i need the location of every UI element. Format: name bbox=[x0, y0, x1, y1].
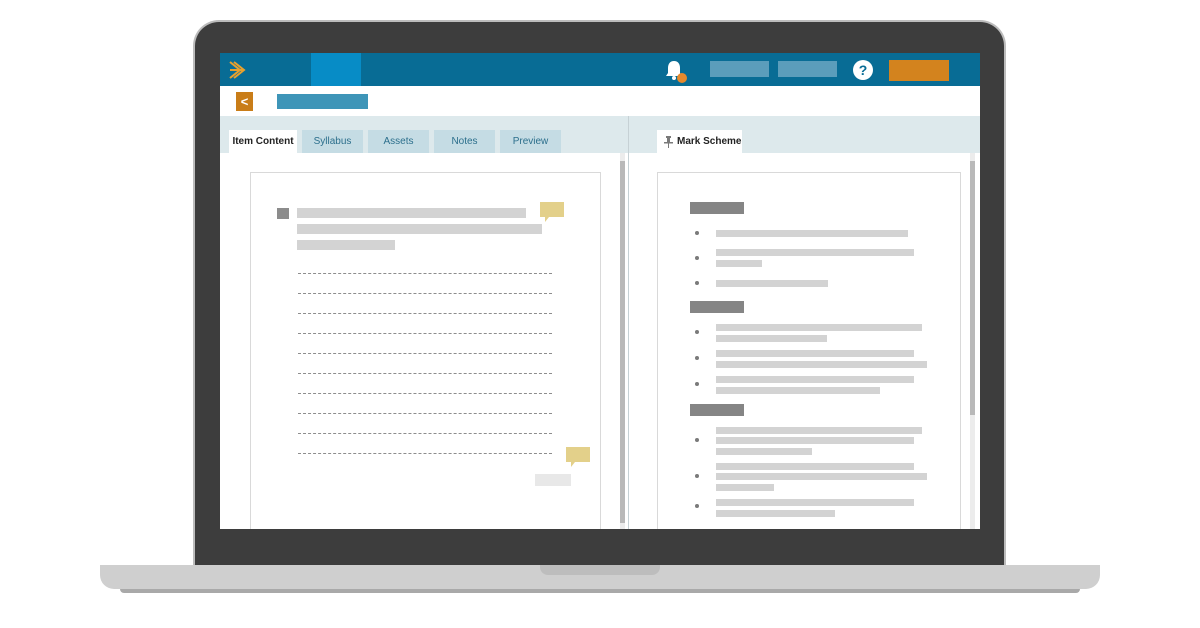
answer-line[interactable] bbox=[298, 353, 552, 354]
laptop-base-shadow bbox=[120, 589, 1080, 593]
help-icon[interactable]: ? bbox=[853, 60, 873, 80]
pin-icon bbox=[664, 136, 673, 148]
mark-point-line bbox=[716, 448, 812, 455]
bullet bbox=[695, 256, 699, 260]
breadcrumb[interactable] bbox=[277, 94, 368, 109]
answer-line[interactable] bbox=[298, 393, 552, 394]
tab-notes[interactable]: Notes bbox=[434, 130, 495, 153]
mark-point-line bbox=[716, 335, 827, 342]
question-document bbox=[250, 172, 601, 529]
mark-point-line bbox=[716, 484, 774, 491]
mark-point-line bbox=[716, 361, 927, 368]
answer-line[interactable] bbox=[298, 433, 552, 434]
header-button-2[interactable] bbox=[778, 61, 837, 77]
mark-point-line bbox=[716, 280, 828, 287]
mark-point-line bbox=[716, 376, 914, 383]
question-text-line bbox=[297, 240, 395, 250]
question-text-line bbox=[297, 224, 542, 234]
mark-point-line bbox=[716, 260, 762, 267]
bullet bbox=[695, 438, 699, 442]
left-scroll-thumb[interactable] bbox=[620, 161, 625, 523]
active-nav-tab[interactable] bbox=[311, 53, 361, 86]
mark-scheme-pane bbox=[629, 153, 980, 529]
mark-scheme-document bbox=[657, 172, 961, 529]
mark-point-line bbox=[716, 324, 922, 331]
mark-point-line bbox=[716, 230, 908, 237]
mark-point-line bbox=[716, 473, 927, 480]
section-heading bbox=[690, 301, 744, 313]
comment-icon[interactable] bbox=[540, 202, 564, 224]
laptop-base-notch bbox=[540, 565, 660, 575]
answer-line[interactable] bbox=[298, 413, 552, 414]
item-content-pane bbox=[220, 153, 628, 529]
answer-line[interactable] bbox=[298, 453, 552, 454]
bullet bbox=[695, 281, 699, 285]
tab-item-content[interactable]: Item Content bbox=[229, 130, 297, 153]
right-scroll-thumb[interactable] bbox=[970, 161, 975, 415]
primary-action-button[interactable] bbox=[889, 60, 949, 81]
question-marker bbox=[277, 208, 289, 219]
tab-mark-scheme[interactable]: Mark Scheme bbox=[657, 130, 742, 153]
chevron-logo-icon[interactable] bbox=[228, 59, 250, 81]
question-text-line bbox=[297, 208, 526, 218]
back-button[interactable]: < bbox=[236, 92, 253, 111]
mark-point-line bbox=[716, 387, 880, 394]
mark-point-line bbox=[716, 427, 922, 434]
bullet bbox=[695, 330, 699, 334]
mark-point-line bbox=[716, 463, 914, 470]
tab-syllabus[interactable]: Syllabus bbox=[302, 130, 363, 153]
mark-point-line bbox=[716, 249, 914, 256]
bullet bbox=[695, 382, 699, 386]
tab-assets[interactable]: Assets bbox=[368, 130, 429, 153]
answer-line[interactable] bbox=[298, 333, 552, 334]
section-heading bbox=[690, 404, 744, 416]
mark-point-line bbox=[716, 510, 835, 517]
answer-line[interactable] bbox=[298, 373, 552, 374]
answer-line[interactable] bbox=[298, 273, 552, 274]
breadcrumb-bar: < bbox=[220, 86, 980, 116]
bullet bbox=[695, 231, 699, 235]
mark-scheme-label: Mark Scheme bbox=[677, 136, 742, 147]
bullet bbox=[695, 474, 699, 478]
bullet bbox=[695, 356, 699, 360]
answer-line[interactable] bbox=[298, 313, 552, 314]
mark-point-line bbox=[716, 499, 914, 506]
top-navigation-bar: ? bbox=[220, 53, 980, 86]
notification-dot bbox=[677, 73, 687, 83]
tab-preview[interactable]: Preview bbox=[500, 130, 561, 153]
comment-icon[interactable] bbox=[566, 447, 590, 469]
answer-line[interactable] bbox=[298, 293, 552, 294]
header-button-1[interactable] bbox=[710, 61, 769, 77]
mark-point-line bbox=[716, 437, 914, 444]
mark-point-line bbox=[716, 350, 914, 357]
bullet bbox=[695, 504, 699, 508]
marks-box bbox=[535, 474, 571, 486]
section-heading bbox=[690, 202, 744, 214]
app-screen: ? < Item Content Syllabus Assets Notes P… bbox=[220, 53, 980, 529]
